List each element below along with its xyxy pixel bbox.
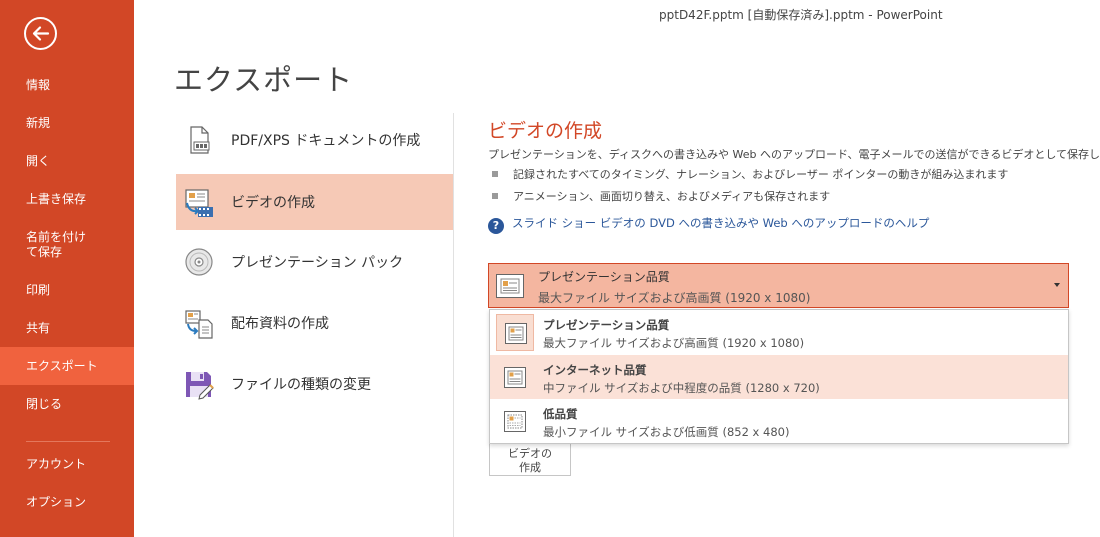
pane-divider <box>453 113 454 537</box>
back-arrow-icon[interactable] <box>24 17 57 50</box>
create-video-label-line1: ビデオの <box>508 447 552 460</box>
sidebar-item-close[interactable]: 閉じる <box>0 397 134 412</box>
internet-quality-icon <box>496 359 534 396</box>
export-option-change-file-type[interactable]: ファイルの種類の変更 <box>176 356 453 412</box>
export-option-label: プレゼンテーション パック <box>231 255 404 271</box>
quality-dropdown[interactable]: プレゼンテーション品質 最大ファイル サイズおよび高画質 (1920 x 108… <box>488 263 1069 308</box>
export-option-pdf-xps[interactable]: PDF/XPS ドキュメントの作成 <box>176 112 453 168</box>
create-video-label-line2: 作成 <box>519 461 541 474</box>
bullet-square-icon <box>492 171 498 177</box>
sidebar-item-save[interactable]: 上書き保存 <box>0 192 134 207</box>
change-file-type-icon <box>183 368 215 400</box>
quality-option-title: 低品質 <box>543 407 578 421</box>
presentation-quality-icon <box>496 314 534 351</box>
sidebar-item-info[interactable]: 情報 <box>0 78 134 93</box>
bullet-text: 記録されたすべてのタイミング、ナレーション、およびレーザー ポインターの動きが組… <box>513 168 1009 181</box>
help-link[interactable]: ? スライド ショー ビデオの DVD への書き込みや Web へのアップロードの… <box>488 215 929 234</box>
window-title: pptD42F.pptm [自動保存済み].pptm - PowerPoint <box>659 8 943 22</box>
sidebar-item-save-as[interactable]: 名前を付けて保存 <box>0 230 134 260</box>
sidebar-item-share[interactable]: 共有 <box>0 321 134 336</box>
backstage-sidebar: 情報 新規 開く 上書き保存 名前を付けて保存 印刷 共有 エクスポート 閉じる… <box>0 0 134 537</box>
quality-option-internet[interactable]: インターネット品質 中ファイル サイズおよび中程度の品質 (1280 x 720… <box>490 355 1068 399</box>
help-icon: ? <box>488 218 504 234</box>
sidebar-item-account[interactable]: アカウント <box>0 457 134 472</box>
quality-option-description: 最小ファイル サイズおよび低画質 (852 x 480) <box>543 425 790 439</box>
quality-option-title: プレゼンテーション品質 <box>543 318 670 332</box>
bullet-item: 記録されたすべてのタイミング、ナレーション、およびレーザー ポインターの動きが組… <box>492 166 1008 182</box>
quality-option-description: 中ファイル サイズおよび中程度の品質 (1280 x 720) <box>543 381 820 395</box>
sidebar-item-export[interactable]: エクスポート <box>0 347 134 385</box>
page-title: エクスポート <box>174 63 354 97</box>
cd-package-icon <box>183 246 215 278</box>
help-link-text[interactable]: スライド ショー ビデオの DVD への書き込みや Web へのアップロードのヘ… <box>512 216 929 230</box>
section-title: ビデオの作成 <box>488 120 603 142</box>
sidebar-item-options[interactable]: オプション <box>0 495 134 510</box>
export-option-package[interactable]: プレゼンテーション パック <box>176 234 453 290</box>
quality-option-low[interactable]: 低品質 最小ファイル サイズおよび低画質 (852 x 480) <box>490 399 1068 443</box>
sidebar-item-print[interactable]: 印刷 <box>0 283 134 298</box>
export-option-label: ファイルの種類の変更 <box>231 377 371 393</box>
low-quality-icon <box>496 403 534 440</box>
quality-option-description: 最大ファイル サイズおよび高画質 (1920 x 1080) <box>543 336 805 350</box>
sidebar-item-new[interactable]: 新規 <box>0 116 134 131</box>
sidebar-item-open[interactable]: 開く <box>0 154 134 169</box>
quality-dropdown-description: 最大ファイル サイズおよび高画質 (1920 x 1080) <box>538 291 811 305</box>
pdf-document-icon <box>183 124 215 156</box>
sidebar-divider <box>26 441 110 442</box>
quality-dropdown-title: プレゼンテーション品質 <box>538 270 670 284</box>
bullet-text: アニメーション、画面切り替え、およびメディアも保存されます <box>513 190 831 203</box>
chevron-down-icon[interactable] <box>1054 283 1060 287</box>
quality-option-presentation[interactable]: プレゼンテーション品質 最大ファイル サイズおよび高画質 (1920 x 108… <box>490 310 1068 354</box>
quality-option-title: インターネット品質 <box>543 363 647 377</box>
bullet-item: アニメーション、画面切り替え、およびメディアも保存されます <box>492 188 830 204</box>
export-option-label: 配布資料の作成 <box>231 316 329 332</box>
presentation-quality-icon <box>496 274 524 302</box>
handout-icon <box>183 307 215 339</box>
export-option-label: ビデオの作成 <box>231 195 315 211</box>
video-icon <box>183 186 215 218</box>
export-option-handouts[interactable]: 配布資料の作成 <box>176 295 453 351</box>
bullet-square-icon <box>492 193 498 199</box>
export-option-video[interactable]: ビデオの作成 <box>176 174 453 230</box>
export-option-label: PDF/XPS ドキュメントの作成 <box>231 133 421 149</box>
section-description: プレゼンテーションを、ディスクへの書き込みや Web へのアップロード、電子メー… <box>488 148 1100 161</box>
quality-dropdown-list: プレゼンテーション品質 最大ファイル サイズおよび高画質 (1920 x 108… <box>489 309 1069 444</box>
